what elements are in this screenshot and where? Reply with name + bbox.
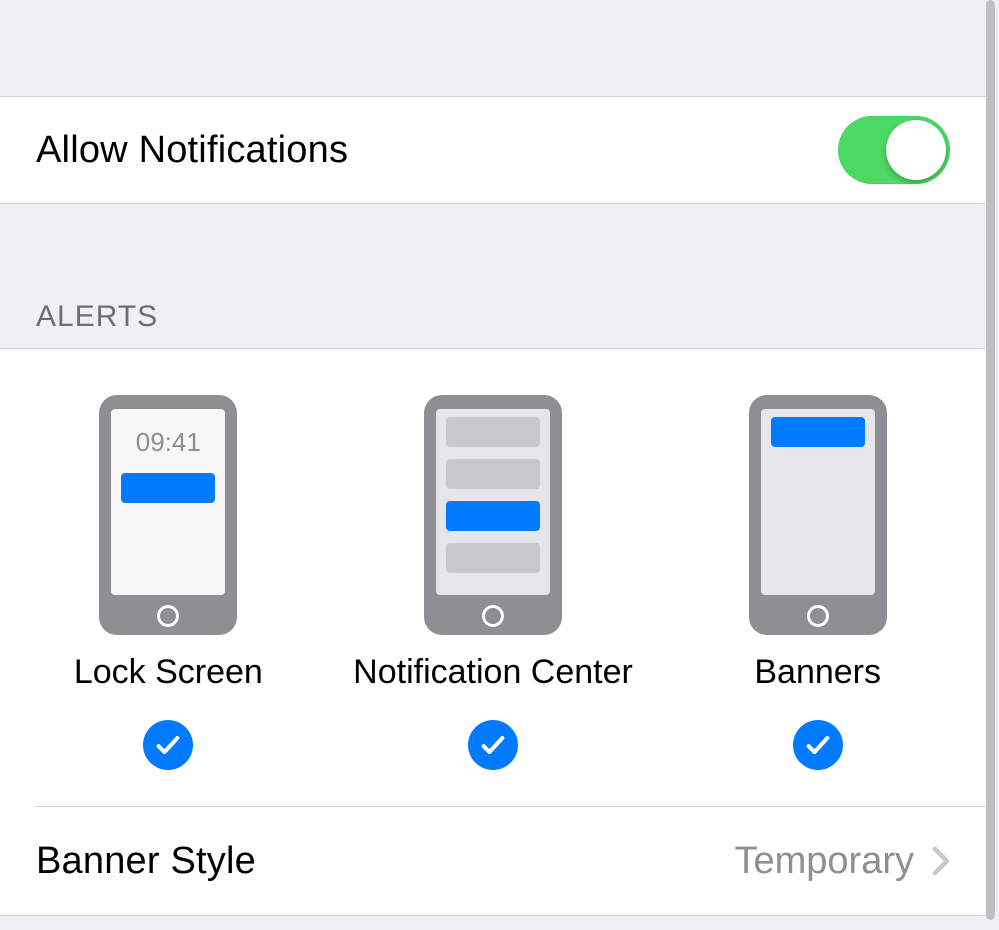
lock-screen-icon: 09:41 xyxy=(99,395,237,635)
scrollbar[interactable] xyxy=(986,0,995,920)
allow-notifications-toggle[interactable] xyxy=(838,116,950,184)
alert-option-label: Lock Screen xyxy=(74,653,263,692)
settings-panel: Allow Notifications ALERTS 09:41 xyxy=(0,0,999,930)
alerts-section-header: ALERTS xyxy=(0,204,986,348)
alert-option-notification-center[interactable]: Notification Center xyxy=(331,395,656,770)
banner-style-row[interactable]: Banner Style Temporary xyxy=(0,807,986,915)
scroll-content: Allow Notifications ALERTS 09:41 xyxy=(0,0,986,916)
alert-options: 09:41 Lock Screen xyxy=(0,349,986,806)
home-button-icon xyxy=(157,605,179,627)
toggle-knob xyxy=(886,120,946,180)
home-button-icon xyxy=(807,605,829,627)
alert-option-banners[interactable]: Banners xyxy=(655,395,980,770)
alert-option-lock-screen[interactable]: 09:41 Lock Screen xyxy=(6,395,331,770)
alert-option-label: Notification Center xyxy=(353,653,633,692)
spacer xyxy=(0,0,986,96)
notification-bar-icon xyxy=(121,473,215,503)
banner-style-label: Banner Style xyxy=(36,840,735,883)
alerts-panel: 09:41 Lock Screen xyxy=(0,348,986,916)
checkmark-icon xyxy=(468,720,518,770)
checkmark-icon xyxy=(793,720,843,770)
chevron-right-icon xyxy=(932,846,950,876)
allow-notifications-label: Allow Notifications xyxy=(36,129,838,172)
checkmark-icon xyxy=(143,720,193,770)
banners-icon xyxy=(749,395,887,635)
banner-style-value: Temporary xyxy=(735,840,915,883)
notification-center-icon xyxy=(424,395,562,635)
lock-screen-time: 09:41 xyxy=(111,427,225,458)
allow-notifications-row[interactable]: Allow Notifications xyxy=(0,96,986,204)
alert-option-label: Banners xyxy=(754,653,881,692)
home-button-icon xyxy=(482,605,504,627)
